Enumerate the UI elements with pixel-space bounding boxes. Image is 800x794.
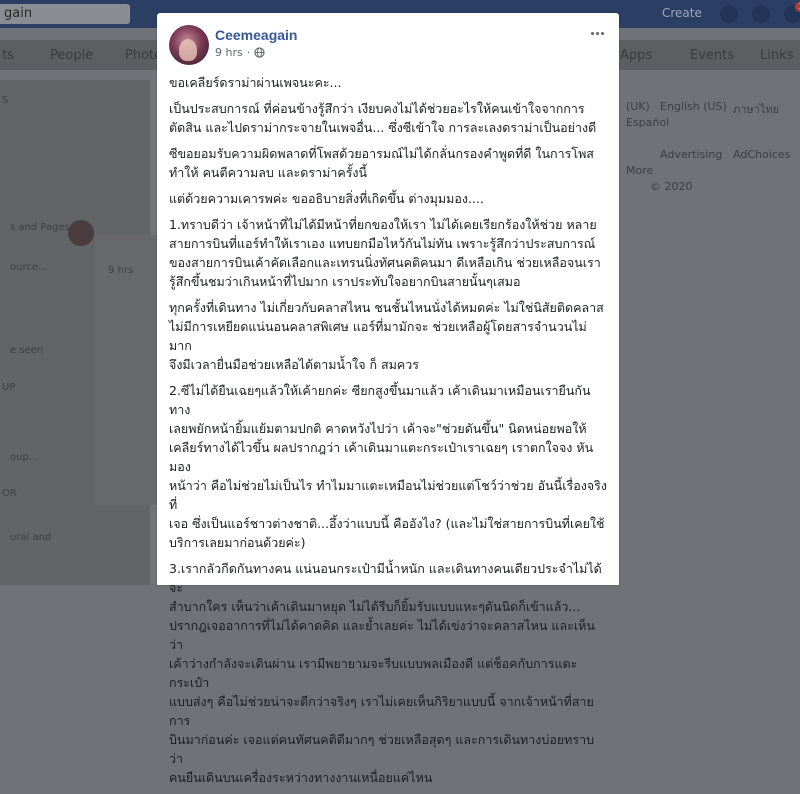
- notification-badge: 1: [795, 2, 800, 12]
- left-filter-cultural[interactable]: ural and: [10, 532, 51, 543]
- post-time[interactable]: 9 hrs: [215, 46, 243, 59]
- more-options-button[interactable]: [585, 23, 609, 43]
- post-body: ขอเคลียร์ดราม่าผ่านเพจนะคะ... เป็นประสบก…: [169, 73, 607, 794]
- lang-link-uk[interactable]: (UK): [626, 100, 650, 113]
- post-paragraph: ทุกครั้งที่เดินทาง ไม่เกี่ยวกับคลาสไหน ช…: [169, 300, 604, 372]
- left-filter-groups[interactable]: s and Pages: [10, 222, 70, 233]
- globe-icon: [254, 47, 265, 58]
- advertising-link[interactable]: Advertising: [660, 148, 722, 161]
- messenger-icon[interactable]: [752, 5, 770, 23]
- post-paragraph: เป็นประสบการณ์ ที่ค่อนข้างรู้สึกว่า เงีย…: [169, 101, 597, 135]
- left-filter-source[interactable]: ource...: [10, 262, 48, 273]
- post-paragraph: 2.ซีไม่ได้ยืนเฉยๆแล้วให้เค้ายกค่ะ ซียกสู…: [169, 383, 607, 550]
- search-input[interactable]: gain: [0, 4, 130, 24]
- dot-icon: [595, 31, 599, 35]
- post-paragraph: ขอเคลียร์ดราม่าผ่านเพจนะคะ...: [169, 75, 342, 90]
- post-author[interactable]: Ceemeagain: [215, 27, 297, 43]
- left-filter-group[interactable]: oup...: [10, 452, 38, 463]
- lang-link-us[interactable]: English (US): [660, 100, 727, 113]
- create-link[interactable]: Create: [662, 6, 702, 20]
- top-icon-group: [720, 5, 800, 23]
- post-card: Ceemeagain 9 hrs · ขอเคลียร์ดราม่าผ่านเพ…: [157, 13, 619, 785]
- background-time: 9 hrs: [108, 265, 134, 276]
- tab-events[interactable]: Events: [690, 48, 734, 63]
- post-paragraph: ซีขอยอมรับความผิดพลาดที่โพสด้วยอารมณ์ไม่…: [169, 146, 594, 180]
- lang-link-thai[interactable]: ภาษาไทย: [733, 100, 779, 118]
- post-paragraph: 1.ทราบดีว่า เจ้าหน้าที่ไม่ได้มีหน้าที่ยก…: [169, 217, 601, 289]
- right-sidebar-links: (UK) English (US) ภาษาไทย Español Advert…: [618, 92, 800, 222]
- tab-posts[interactable]: ts: [2, 48, 14, 63]
- left-filter-seen[interactable]: e seen: [10, 345, 43, 356]
- post-paragraph: แต่ด้วยความเคารพค่ะ ขออธิบายสิ่งที่เกิดข…: [169, 191, 484, 206]
- background-avatar: [68, 220, 94, 246]
- left-heading: S: [2, 95, 9, 106]
- tab-apps[interactable]: Apps: [620, 48, 652, 63]
- copyright-text: © 2020: [650, 180, 693, 193]
- left-heading-author: OR: [2, 488, 17, 499]
- left-heading-group: UP: [2, 382, 16, 393]
- dot-icon: [590, 31, 594, 35]
- tab-links[interactable]: Links: [760, 48, 793, 63]
- dot-icon: [600, 31, 604, 35]
- friends-icon[interactable]: [720, 5, 738, 23]
- avatar[interactable]: [169, 25, 209, 65]
- more-link[interactable]: More: [626, 164, 653, 177]
- post-paragraph: 3.เรากลัวกีดกันทางคน แน่นอนกระเป๋ามีน้ำห…: [169, 561, 602, 785]
- tab-people[interactable]: People: [50, 48, 93, 63]
- post-meta: 9 hrs ·: [215, 46, 265, 59]
- adchoices-link[interactable]: AdChoices: [733, 148, 790, 161]
- lang-link-es[interactable]: Español: [626, 116, 669, 129]
